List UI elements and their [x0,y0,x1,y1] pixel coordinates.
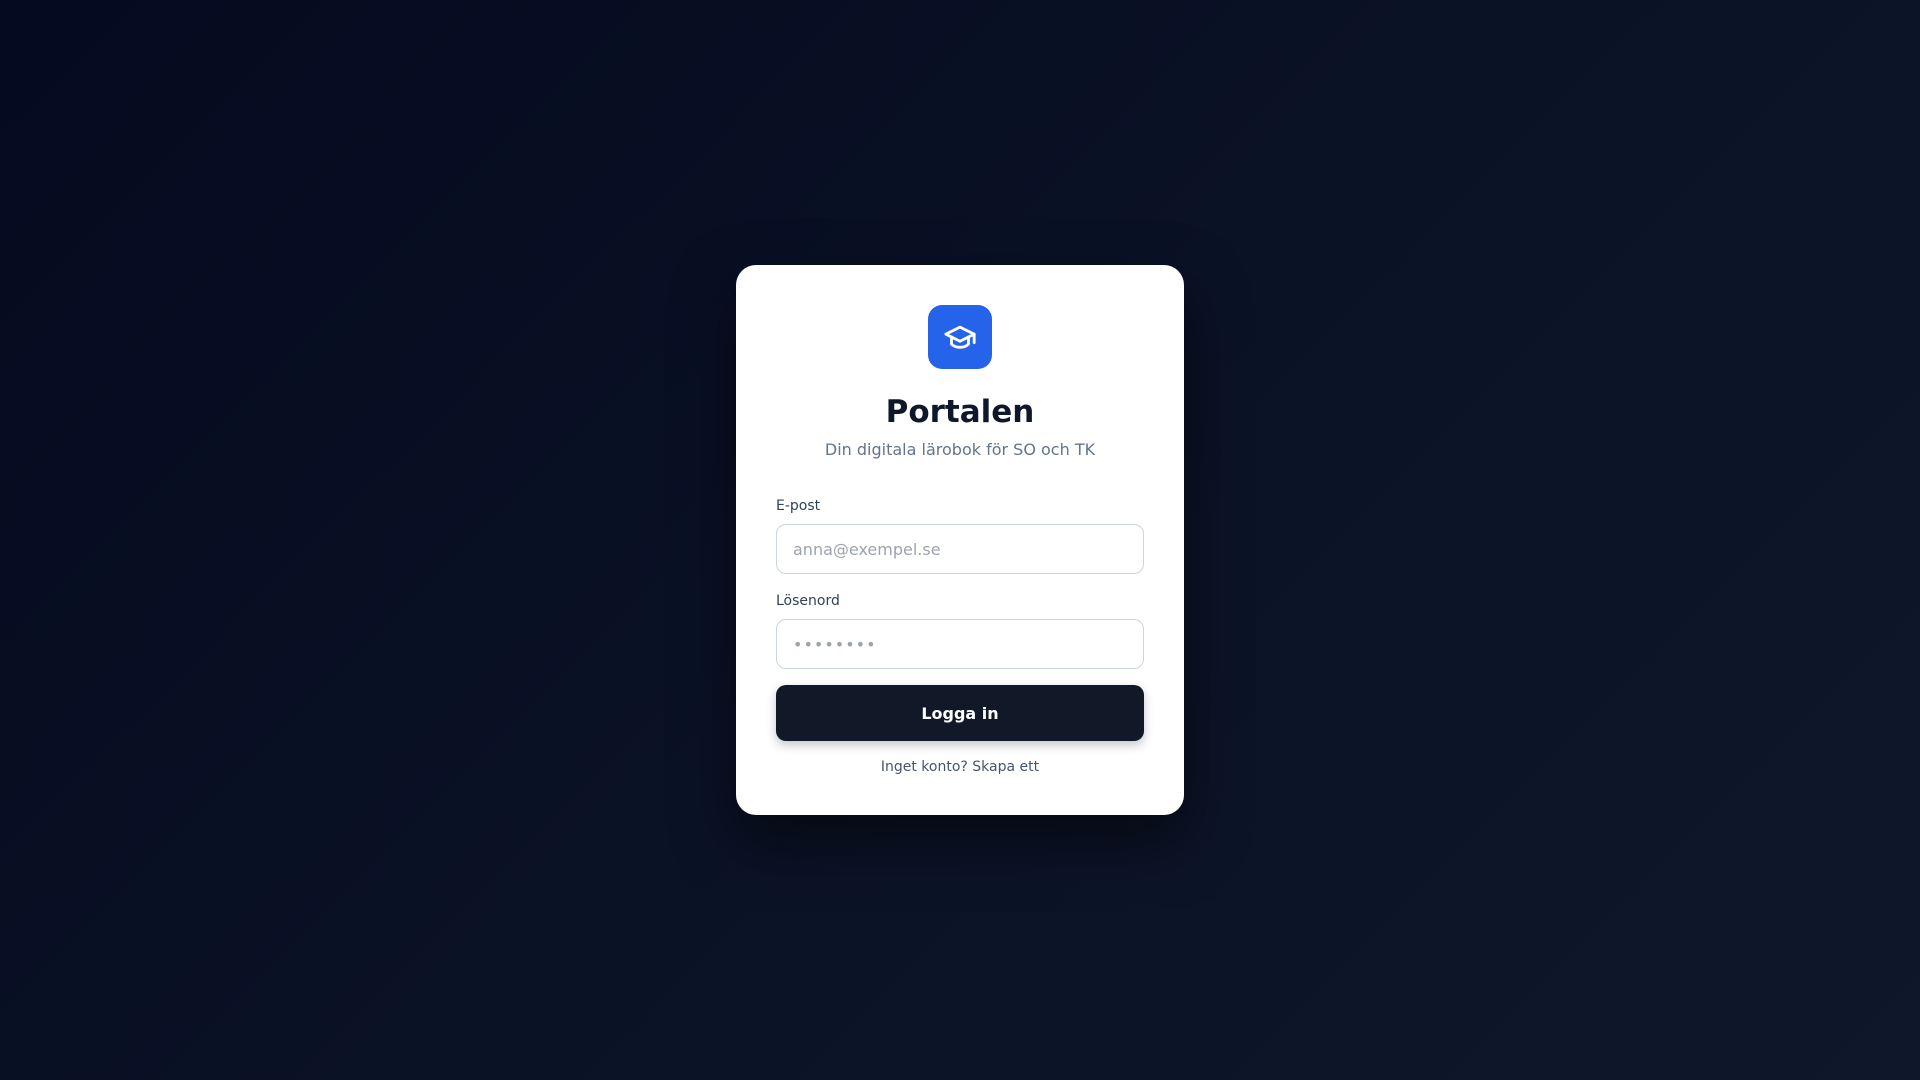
login-button[interactable]: Logga in [776,685,1144,741]
password-field[interactable] [776,619,1144,669]
login-card: Portalen Din digitala lärobok för SO och… [736,265,1184,815]
signup-row: Inget konto? Skapa ett [776,758,1144,776]
app-logo [928,305,992,369]
page-title: Portalen [885,394,1035,430]
graduation-cap-icon [944,325,976,349]
email-label: E-post [776,498,821,514]
signup-link[interactable]: Inget konto? Skapa ett [881,759,1039,775]
password-label: Lösenord [776,593,840,609]
signup-link-label: Skapa ett [972,759,1040,775]
signup-prompt: Inget konto? [880,759,968,775]
page-subtitle: Din digitala lärobok för SO och TK [824,440,1096,459]
email-field[interactable] [776,524,1144,574]
